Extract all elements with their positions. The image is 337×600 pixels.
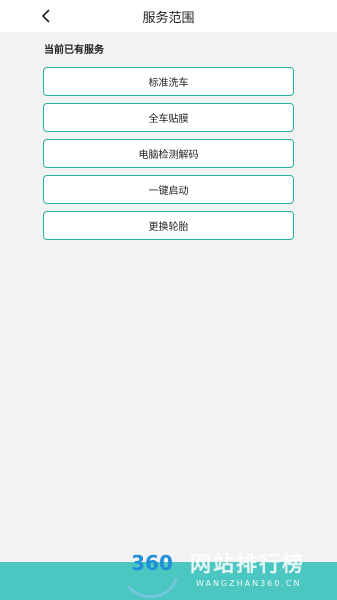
section-label: 当前已有服务 xyxy=(44,45,104,56)
watermark-site-name: 网站排行榜 xyxy=(190,552,305,576)
service-item-one-key-start[interactable]: 一键启动 xyxy=(43,175,294,204)
watermark-logo-text: 360 xyxy=(131,551,173,575)
service-item-diagnostics[interactable]: 电脑检测解码 xyxy=(43,139,294,168)
top-nav-bar: 服务范围 xyxy=(0,0,337,32)
service-item-car-wash[interactable]: 标准洗车 xyxy=(43,67,294,96)
watermark-logo: 360 xyxy=(126,551,178,598)
page-title: 服务范围 xyxy=(142,11,195,26)
service-item-car-film[interactable]: 全车贴膜 xyxy=(43,103,294,132)
watermark-url: WANGZHAN360.CN xyxy=(196,579,302,588)
service-list: 标准洗车 全车贴膜 电脑检测解码 一键启动 更换轮胎 xyxy=(43,67,294,247)
service-item-tire-change[interactable]: 更换轮胎 xyxy=(43,211,294,240)
